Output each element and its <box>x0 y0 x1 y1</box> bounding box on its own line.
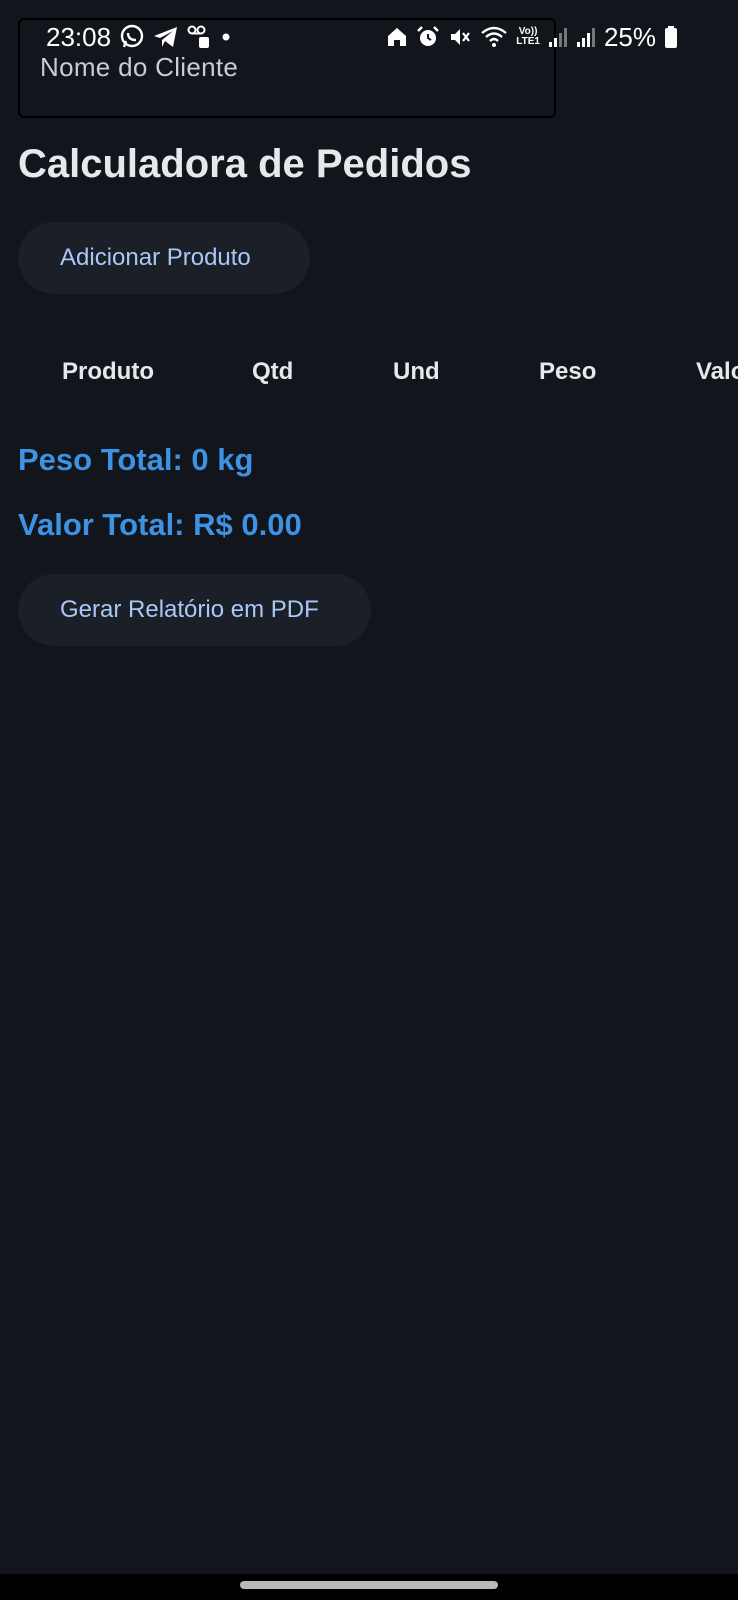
home-gesture-handle[interactable] <box>240 1581 498 1589</box>
add-product-button[interactable]: Adicionar Produto <box>18 222 310 294</box>
status-time: 23:08 <box>46 21 112 52</box>
add-product-label: Adicionar Produto <box>60 244 251 271</box>
signal-icon <box>548 26 568 48</box>
status-bar-right: Vo)) LTE1 25% <box>386 20 678 54</box>
client-name-placeholder: Nome do Cliente <box>40 52 239 82</box>
total-value: Valor Total: R$ 0.00 <box>18 507 302 542</box>
products-table-header: Produto Qtd Und Peso Valo <box>0 350 738 392</box>
column-header-produto: Produto <box>62 358 154 385</box>
generate-pdf-label: Gerar Relatório em PDF <box>60 596 319 623</box>
status-bar-left: 23:08 <box>46 20 233 54</box>
signal-icon <box>576 26 596 48</box>
voicemail-icon <box>187 25 211 49</box>
telegram-icon <box>153 25 179 49</box>
column-header-qtd: Qtd <box>252 358 294 385</box>
volte-icon: Vo)) LTE1 <box>516 27 540 47</box>
column-header-peso: Peso <box>539 358 597 385</box>
battery-percent: 25% <box>603 21 656 52</box>
wifi-icon <box>480 25 508 49</box>
dot-icon <box>219 30 233 44</box>
alarm-icon <box>416 25 440 49</box>
screen: Nome do Cliente 23:08 Vo)) LTE1 25% Calc… <box>0 0 738 1600</box>
volte-label-bottom: LTE1 <box>516 36 540 47</box>
whatsapp-icon <box>119 24 145 50</box>
column-header-valor: Valo <box>696 358 738 385</box>
battery-icon <box>664 25 678 49</box>
home-icon <box>386 26 408 48</box>
navigation-bar <box>0 1574 738 1600</box>
page-title: Calculadora de Pedidos <box>18 142 472 186</box>
total-weight: Peso Total: 0 kg <box>18 442 254 477</box>
generate-pdf-button[interactable]: Gerar Relatório em PDF <box>18 574 371 646</box>
mute-icon <box>448 25 472 49</box>
column-header-und: Und <box>393 358 440 385</box>
